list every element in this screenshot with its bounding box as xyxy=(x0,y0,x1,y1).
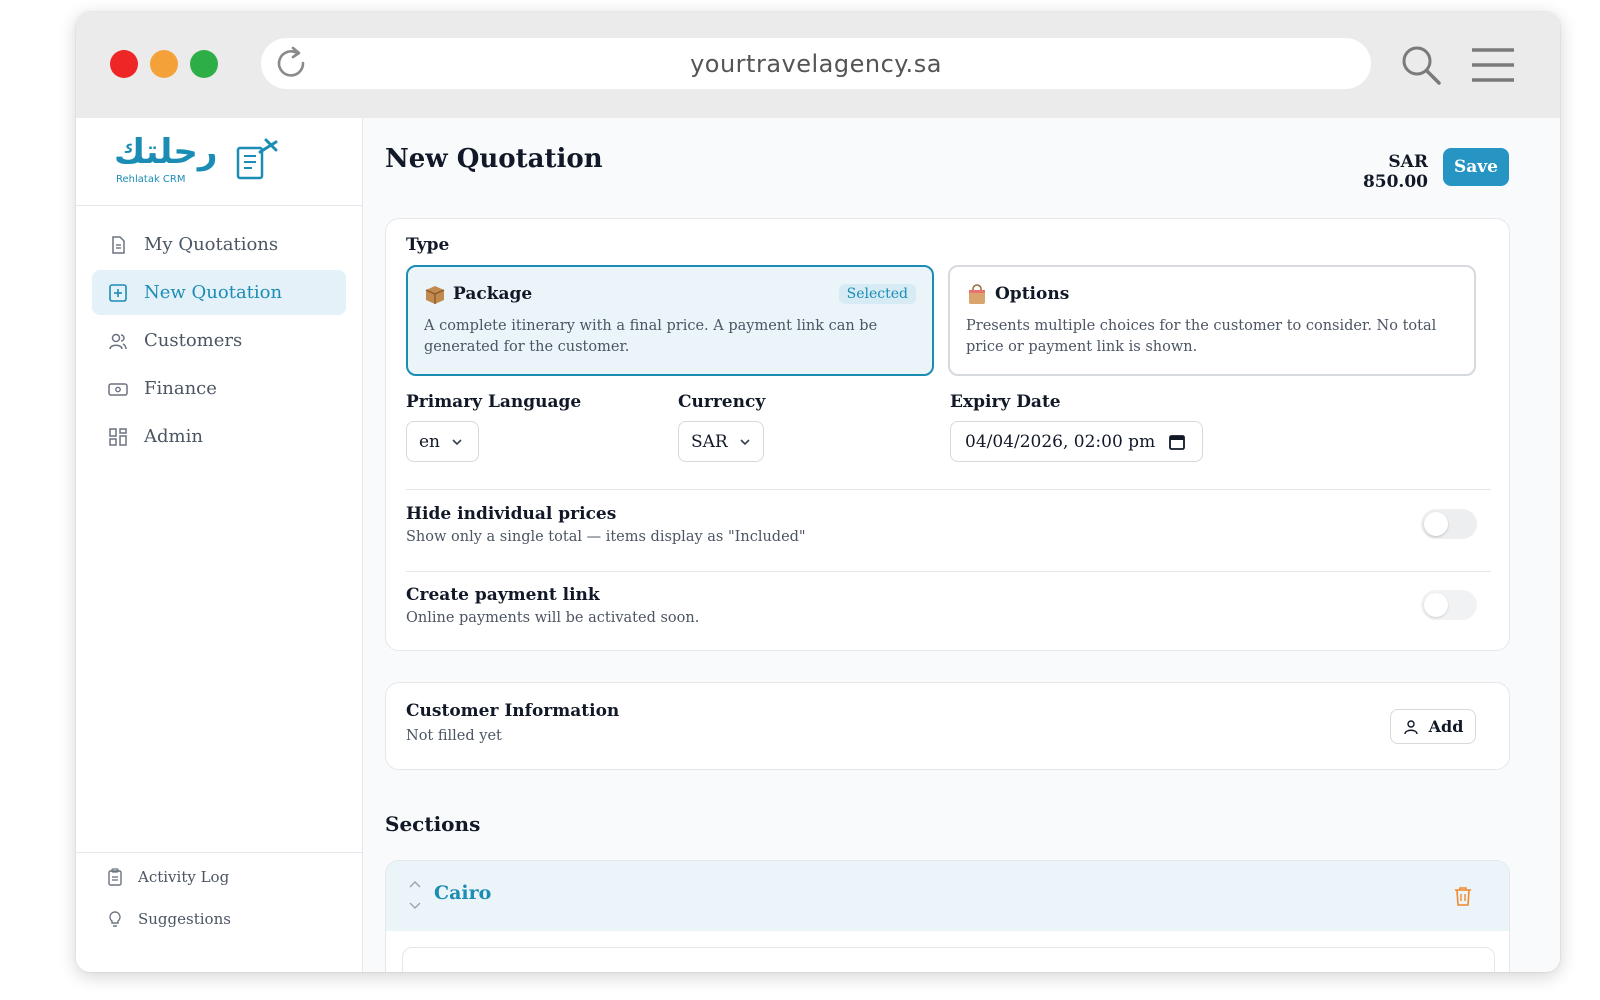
reorder-arrows-icon[interactable] xyxy=(408,879,422,911)
payment-link-subtitle: Online payments will be activated soon. xyxy=(406,610,700,626)
customer-information-card: Customer Information Not filled yet Add xyxy=(385,682,1510,770)
maximize-window-button[interactable] xyxy=(190,50,218,78)
chevron-down-icon xyxy=(740,438,750,445)
section-name[interactable]: Cairo xyxy=(434,882,491,904)
divider xyxy=(406,571,1491,572)
sections-title: Sections xyxy=(385,812,481,836)
sidebar-item-new-quotation[interactable]: New Quotation xyxy=(92,270,346,315)
logo-arabic-text: رحلتك xyxy=(114,132,218,172)
trash-icon[interactable] xyxy=(1454,886,1472,906)
type-label: Type xyxy=(406,235,450,255)
hamburger-menu-icon[interactable] xyxy=(1470,45,1516,85)
section-header[interactable]: Cairo xyxy=(386,861,1509,931)
sidebar-divider xyxy=(76,852,362,853)
type-option-description: A complete itinerary with a final price.… xyxy=(424,318,878,355)
page-title: New Quotation xyxy=(385,144,603,174)
section-card-cairo: Cairo xyxy=(385,860,1510,972)
sidebar-item-label: Activity Log xyxy=(138,868,230,886)
currency-select[interactable]: SAR xyxy=(678,421,764,462)
lightbulb-icon xyxy=(109,911,121,927)
document-icon xyxy=(112,235,125,254)
package-icon xyxy=(425,286,445,304)
primary-language-value: en xyxy=(419,431,441,452)
shopping-bag-icon xyxy=(969,284,985,304)
expiry-date-label: Expiry Date xyxy=(950,392,1061,412)
hide-prices-toggle[interactable] xyxy=(1421,509,1477,539)
address-bar[interactable]: yourtravelagency.sa xyxy=(261,38,1371,89)
currency-value: SAR xyxy=(691,431,728,452)
customer-information-title: Customer Information xyxy=(406,701,620,721)
sidebar-item-label: Finance xyxy=(144,378,217,399)
type-option-options[interactable]: Options Presents multiple choices for th… xyxy=(948,265,1476,376)
logo[interactable]: رحلتك Rehlatak CRM xyxy=(76,118,362,206)
expiry-date-value: 04/04/2026, 02:00 pm xyxy=(965,431,1156,452)
close-window-button[interactable] xyxy=(110,50,138,78)
sidebar-item-label: New Quotation xyxy=(144,282,283,303)
type-option-package[interactable]: Package Selected A complete itinerary wi… xyxy=(406,265,934,376)
logo-english-text: Rehlatak CRM xyxy=(116,174,186,185)
sidebar-item-customers[interactable]: Customers xyxy=(92,318,346,363)
section-item-placeholder xyxy=(402,947,1495,972)
grid-icon xyxy=(109,427,127,446)
main-content: New Quotation SAR 850.00 Save Type Packa… xyxy=(363,118,1560,972)
sidebar-item-label: Customers xyxy=(144,330,243,351)
customer-information-status: Not filled yet xyxy=(406,728,502,744)
browser-chrome: yourtravelagency.sa xyxy=(76,12,1560,118)
sidebar-item-admin[interactable]: Admin xyxy=(92,414,346,459)
selected-badge: Selected xyxy=(838,284,916,304)
type-card: Type Package Selected A complete itinera… xyxy=(385,218,1510,651)
plus-square-icon xyxy=(109,283,127,302)
currency-label: Currency xyxy=(678,392,766,412)
sidebar-item-suggestions[interactable]: Suggestions xyxy=(106,910,231,928)
quotation-total: SAR 850.00 xyxy=(1362,152,1428,192)
clipboard-icon xyxy=(108,868,122,886)
url-text: yourtravelagency.sa xyxy=(690,50,942,78)
chevron-down-icon xyxy=(452,438,462,445)
sidebar-item-label: Admin xyxy=(144,426,203,447)
toggle-knob xyxy=(1424,512,1448,536)
users-icon xyxy=(109,333,127,349)
sidebar-item-my-quotations[interactable]: My Quotations xyxy=(92,222,346,267)
expiry-date-input[interactable]: 04/04/2026, 02:00 pm xyxy=(950,421,1203,462)
toggle-knob xyxy=(1424,593,1448,617)
primary-language-select[interactable]: en xyxy=(406,421,479,462)
minimize-window-button[interactable] xyxy=(150,50,178,78)
sidebar: رحلتك Rehlatak CRM My Quotations New Quo… xyxy=(76,118,363,972)
search-icon[interactable] xyxy=(1398,42,1444,88)
sidebar-item-finance[interactable]: Finance xyxy=(92,366,346,411)
browser-window: yourtravelagency.sa رحلتك Rehlatak CRM M… xyxy=(76,12,1560,972)
sidebar-item-label: My Quotations xyxy=(144,234,279,255)
payment-link-toggle[interactable] xyxy=(1421,590,1477,620)
type-option-title: Options xyxy=(995,284,1070,304)
logo-plane-icon xyxy=(236,138,278,180)
sidebar-item-label: Suggestions xyxy=(138,910,231,928)
sidebar-item-activity-log[interactable]: Activity Log xyxy=(106,868,229,886)
add-customer-label: Add xyxy=(1428,717,1464,736)
hide-prices-title: Hide individual prices xyxy=(406,504,617,524)
save-button[interactable]: Save xyxy=(1443,148,1509,186)
money-icon xyxy=(108,382,128,396)
divider xyxy=(406,489,1491,490)
payment-link-title: Create payment link xyxy=(406,585,600,605)
calendar-icon[interactable] xyxy=(1168,433,1186,451)
hide-prices-subtitle: Show only a single total — items display… xyxy=(406,529,806,545)
type-option-description: Presents multiple choices for the custom… xyxy=(966,318,1437,355)
primary-language-label: Primary Language xyxy=(406,392,582,412)
type-option-title: Package xyxy=(453,284,533,304)
user-icon xyxy=(1403,719,1418,734)
add-customer-button[interactable]: Add xyxy=(1390,709,1476,744)
